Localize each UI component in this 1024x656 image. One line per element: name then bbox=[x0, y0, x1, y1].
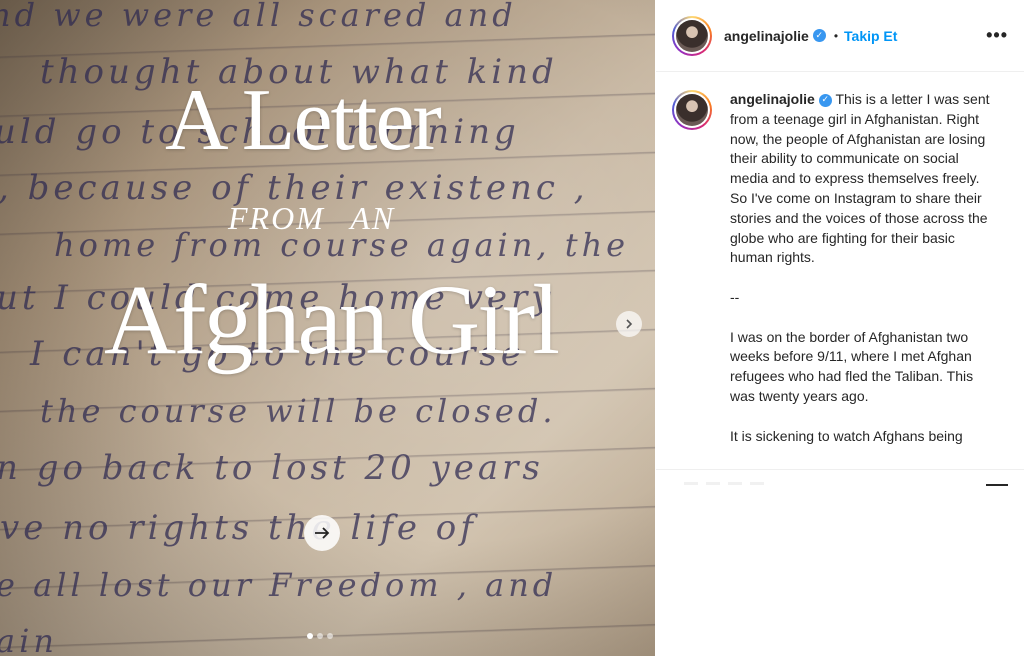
caption-paragraph: -- bbox=[730, 288, 740, 305]
carousel-dot bbox=[327, 633, 333, 639]
next-arrow-button[interactable] bbox=[304, 515, 340, 551]
caption-paragraph: It is sickening to watch Afghans being bbox=[730, 427, 963, 444]
header-username[interactable]: angelinajolie bbox=[724, 28, 809, 44]
verified-badge-icon: ✓ bbox=[812, 29, 826, 42]
overlay-title-line3: Afghan Girl bbox=[104, 264, 560, 375]
more-options-icon[interactable]: ••• bbox=[986, 26, 1008, 44]
follow-button[interactable]: Takip Et bbox=[844, 28, 897, 44]
carousel-dot bbox=[317, 633, 323, 639]
post-media[interactable]: nd we were all scared and thought about … bbox=[0, 0, 655, 656]
caption-area: angelinajolie ✓ This is a letter I was se… bbox=[672, 90, 1017, 468]
handwriting-line: n go back to lost 20 years bbox=[0, 448, 544, 488]
handwriting-line: ain bbox=[0, 622, 58, 656]
carousel-next-button[interactable] bbox=[616, 311, 642, 337]
overlay-title-line2: FROM AN bbox=[228, 200, 396, 236]
overlay-title-line1: A Letter bbox=[165, 72, 442, 169]
avatar-frame bbox=[674, 17, 710, 54]
verified-badge-icon: ✓ bbox=[818, 93, 832, 107]
caption-avatar[interactable] bbox=[672, 90, 712, 130]
carousel-indicator bbox=[307, 633, 333, 639]
collapse-handle[interactable] bbox=[986, 484, 1008, 486]
avatar-image bbox=[676, 94, 708, 126]
handwriting-line: ve no rights the life of bbox=[0, 508, 477, 548]
carousel-dot bbox=[307, 633, 313, 639]
caption-paragraph: angelinajolie ✓ This is a letter I was se… bbox=[730, 90, 1000, 268]
caption-body: This is a letter I was sent from a teena… bbox=[730, 91, 990, 266]
chevron-right-icon bbox=[626, 319, 633, 329]
avatar[interactable] bbox=[672, 15, 712, 56]
handwriting-line: nd we were all scared and bbox=[0, 0, 517, 34]
caption-paragraph: I was on the border of Afghanistan two w… bbox=[730, 328, 974, 404]
divider bbox=[656, 469, 1024, 470]
post-side-panel: angelinajolie ✓ • Takip Et ••• angelinaj… bbox=[656, 0, 1024, 656]
avatar-frame bbox=[674, 92, 710, 128]
post-header: angelinajolie ✓ • Takip Et ••• bbox=[656, 0, 1024, 72]
arrow-right-icon bbox=[315, 527, 330, 539]
handwriting-line: the course will be closed. bbox=[40, 392, 557, 430]
avatar-image bbox=[676, 19, 708, 52]
caption-username[interactable]: angelinajolie bbox=[730, 91, 815, 107]
caption-text: angelinajolie ✓ This is a letter I was se… bbox=[730, 90, 1000, 468]
handwriting-line: e all lost our Freedom , and bbox=[0, 566, 558, 604]
header-separator: • bbox=[833, 28, 839, 43]
comments-placeholder bbox=[684, 482, 764, 485]
